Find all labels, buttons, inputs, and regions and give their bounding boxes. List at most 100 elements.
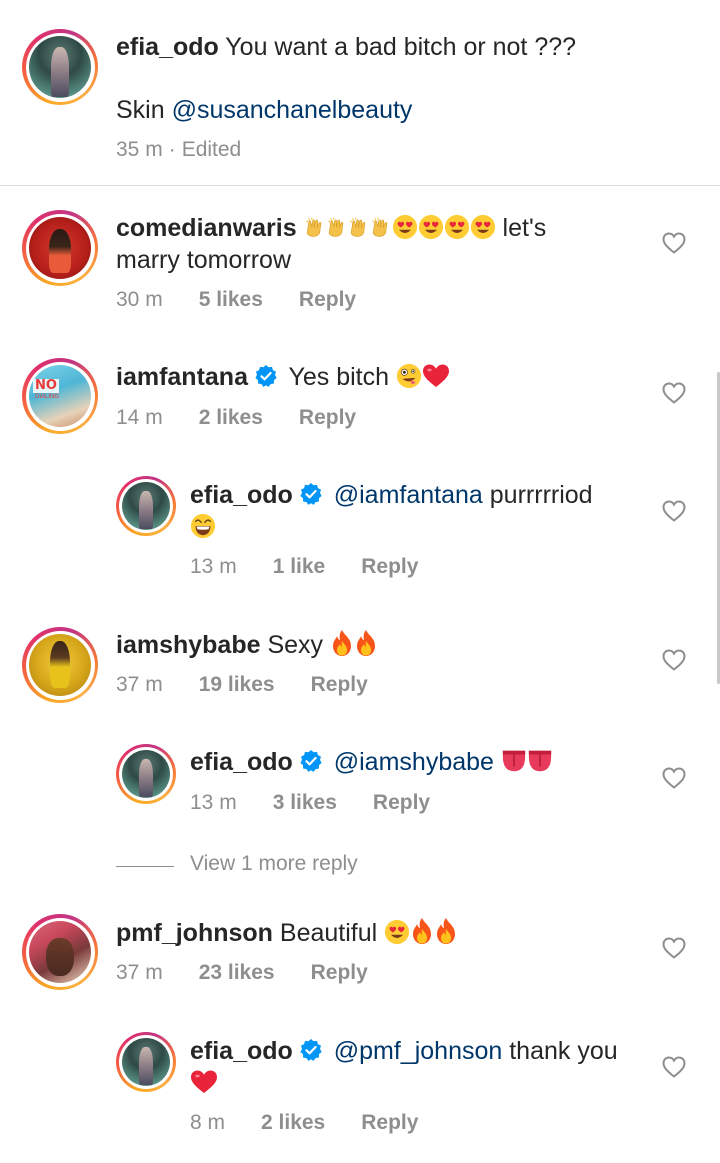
- verified-badge-icon: [299, 749, 323, 773]
- comment-text: iamshybabe Sexy: [116, 629, 656, 661]
- laughing-emoji: [190, 513, 216, 539]
- comment-meta: 30 m 5 likes Reply: [116, 288, 356, 312]
- comment-time: 13 m: [190, 555, 237, 578]
- comment-likes[interactable]: 5 likes: [199, 288, 263, 312]
- comment-likes[interactable]: 3 likes: [273, 791, 337, 815]
- comment-body-line2: marry tomorrow: [116, 246, 292, 274]
- comment-body: let's: [502, 214, 547, 242]
- comment-likes[interactable]: 2 likes: [199, 406, 263, 430]
- comment-mention[interactable]: @iamshybabe: [334, 748, 494, 776]
- tongue-emoji: [501, 748, 527, 774]
- comment-text: pmf_johnson Beautiful: [116, 917, 656, 949]
- comment-username[interactable]: efia_odo: [190, 481, 293, 509]
- comment-username[interactable]: iamshybabe: [116, 631, 261, 659]
- comment-body: Sexy: [267, 631, 324, 659]
- caption-avatar[interactable]: [22, 29, 98, 105]
- raising-hands-emoji: [326, 214, 348, 240]
- reply-button[interactable]: Reply: [373, 791, 430, 815]
- caption-line2: Skin @susanchanelbeauty: [116, 94, 412, 126]
- red-heart-emoji: [422, 363, 450, 389]
- caption-meta: 35 m · Edited: [116, 138, 241, 162]
- verified-badge-icon: [299, 1038, 323, 1062]
- caption-text: efia_odo You want a bad bitch or not ???: [116, 31, 706, 63]
- comment-text: efia_odo @iamfantana purrrrriod: [190, 479, 660, 543]
- comment-likes[interactable]: 2 likes: [261, 1111, 325, 1135]
- red-heart-emoji: [190, 1069, 218, 1095]
- heart-outline-icon[interactable]: [662, 767, 686, 789]
- comment-body: thank you: [509, 1037, 618, 1065]
- comment-time: 14 m: [116, 406, 163, 429]
- raising-hands-emoji: [304, 214, 326, 240]
- comment-avatar[interactable]: [116, 1032, 176, 1092]
- heart-outline-icon[interactable]: [662, 1056, 686, 1078]
- heart-outline-icon[interactable]: [662, 649, 686, 671]
- heart-eyes-emoji: [470, 214, 496, 240]
- heart-outline-icon[interactable]: [662, 500, 686, 522]
- caption-line2-prefix: Skin: [116, 96, 172, 124]
- comment-avatar[interactable]: NO DIALING: [22, 358, 98, 434]
- heart-eyes-emoji: [384, 919, 410, 945]
- comment-time: 13 m: [190, 791, 237, 814]
- caption-username[interactable]: efia_odo: [116, 33, 219, 61]
- raising-hands-emoji: [348, 214, 370, 240]
- view-more-divider: [116, 866, 174, 867]
- heart-outline-icon[interactable]: [662, 937, 686, 959]
- verified-badge-icon: [254, 364, 278, 388]
- caption-time: 35 m: [116, 138, 163, 161]
- comment-username[interactable]: efia_odo: [190, 748, 293, 776]
- post-caption: efia_odo You want a bad bitch or not ???…: [0, 0, 720, 186]
- heart-outline-icon[interactable]: [662, 232, 686, 254]
- comment-body: Beautiful: [279, 919, 378, 947]
- comment-time: 30 m: [116, 288, 163, 311]
- reply-button[interactable]: Reply: [311, 961, 368, 985]
- comment-meta: 13 m 1 like Reply: [190, 555, 418, 579]
- reply-button[interactable]: Reply: [299, 288, 356, 312]
- reply-button[interactable]: Reply: [361, 1111, 418, 1135]
- reply-button[interactable]: Reply: [361, 555, 418, 579]
- comment-meta: 14 m 2 likes Reply: [116, 406, 356, 430]
- verified-badge-icon: [299, 482, 323, 506]
- heart-outline-icon[interactable]: [662, 382, 686, 404]
- comment-likes[interactable]: 23 likes: [199, 961, 275, 985]
- comment-text: efia_odo @pmf_johnson thank you: [190, 1035, 660, 1099]
- view-more-replies-button[interactable]: View 1 more reply: [190, 852, 358, 876]
- reply-button[interactable]: Reply: [311, 673, 368, 697]
- comment-avatar[interactable]: [116, 744, 176, 804]
- caption-meta-dot: ·: [168, 138, 176, 161]
- heart-eyes-emoji: [418, 214, 444, 240]
- comment-username[interactable]: pmf_johnson: [116, 919, 273, 947]
- comment-username[interactable]: iamfantana: [116, 363, 248, 391]
- comment-avatar[interactable]: [116, 476, 176, 536]
- zany-face-emoji: [396, 363, 422, 389]
- comment-text: iamfantana Yes bitch: [116, 361, 656, 393]
- fire-emoji: [330, 629, 354, 657]
- comment-mention[interactable]: @iamfantana: [334, 481, 483, 509]
- comment-likes[interactable]: 1 like: [273, 555, 326, 579]
- tongue-emoji: [527, 748, 553, 774]
- comment-body: Yes bitch: [288, 363, 390, 391]
- reply-button[interactable]: Reply: [299, 406, 356, 430]
- avatar-badge-subtext: DIALING: [35, 394, 60, 400]
- comment-likes[interactable]: 19 likes: [199, 673, 275, 697]
- fire-emoji: [410, 917, 434, 945]
- comment-time: 8 m: [190, 1111, 226, 1134]
- comment-time: 37 m: [116, 961, 163, 984]
- comment-mention[interactable]: @pmf_johnson: [334, 1037, 503, 1065]
- comment-avatar[interactable]: [22, 210, 98, 286]
- comment-meta: 37 m 23 likes Reply: [116, 961, 368, 985]
- fire-emoji: [434, 917, 458, 945]
- comment-text: comedianwaris let's marry tomorrow: [116, 212, 656, 276]
- comment-avatar[interactable]: [22, 914, 98, 990]
- heart-eyes-emoji: [444, 214, 470, 240]
- comment-text: efia_odo @iamshybabe: [190, 746, 660, 778]
- comment-avatar[interactable]: [22, 627, 98, 703]
- caption-mention[interactable]: @susanchanelbeauty: [172, 96, 413, 124]
- comment-username[interactable]: efia_odo: [190, 1037, 293, 1065]
- comment-meta: 13 m 3 likes Reply: [190, 791, 430, 815]
- caption-edited: Edited: [181, 138, 242, 161]
- fire-emoji: [354, 629, 378, 657]
- comment-time: 37 m: [116, 673, 163, 696]
- comment-username[interactable]: comedianwaris: [116, 214, 297, 242]
- avatar-badge-text: NO: [33, 378, 59, 393]
- comment-meta: 37 m 19 likes Reply: [116, 673, 368, 697]
